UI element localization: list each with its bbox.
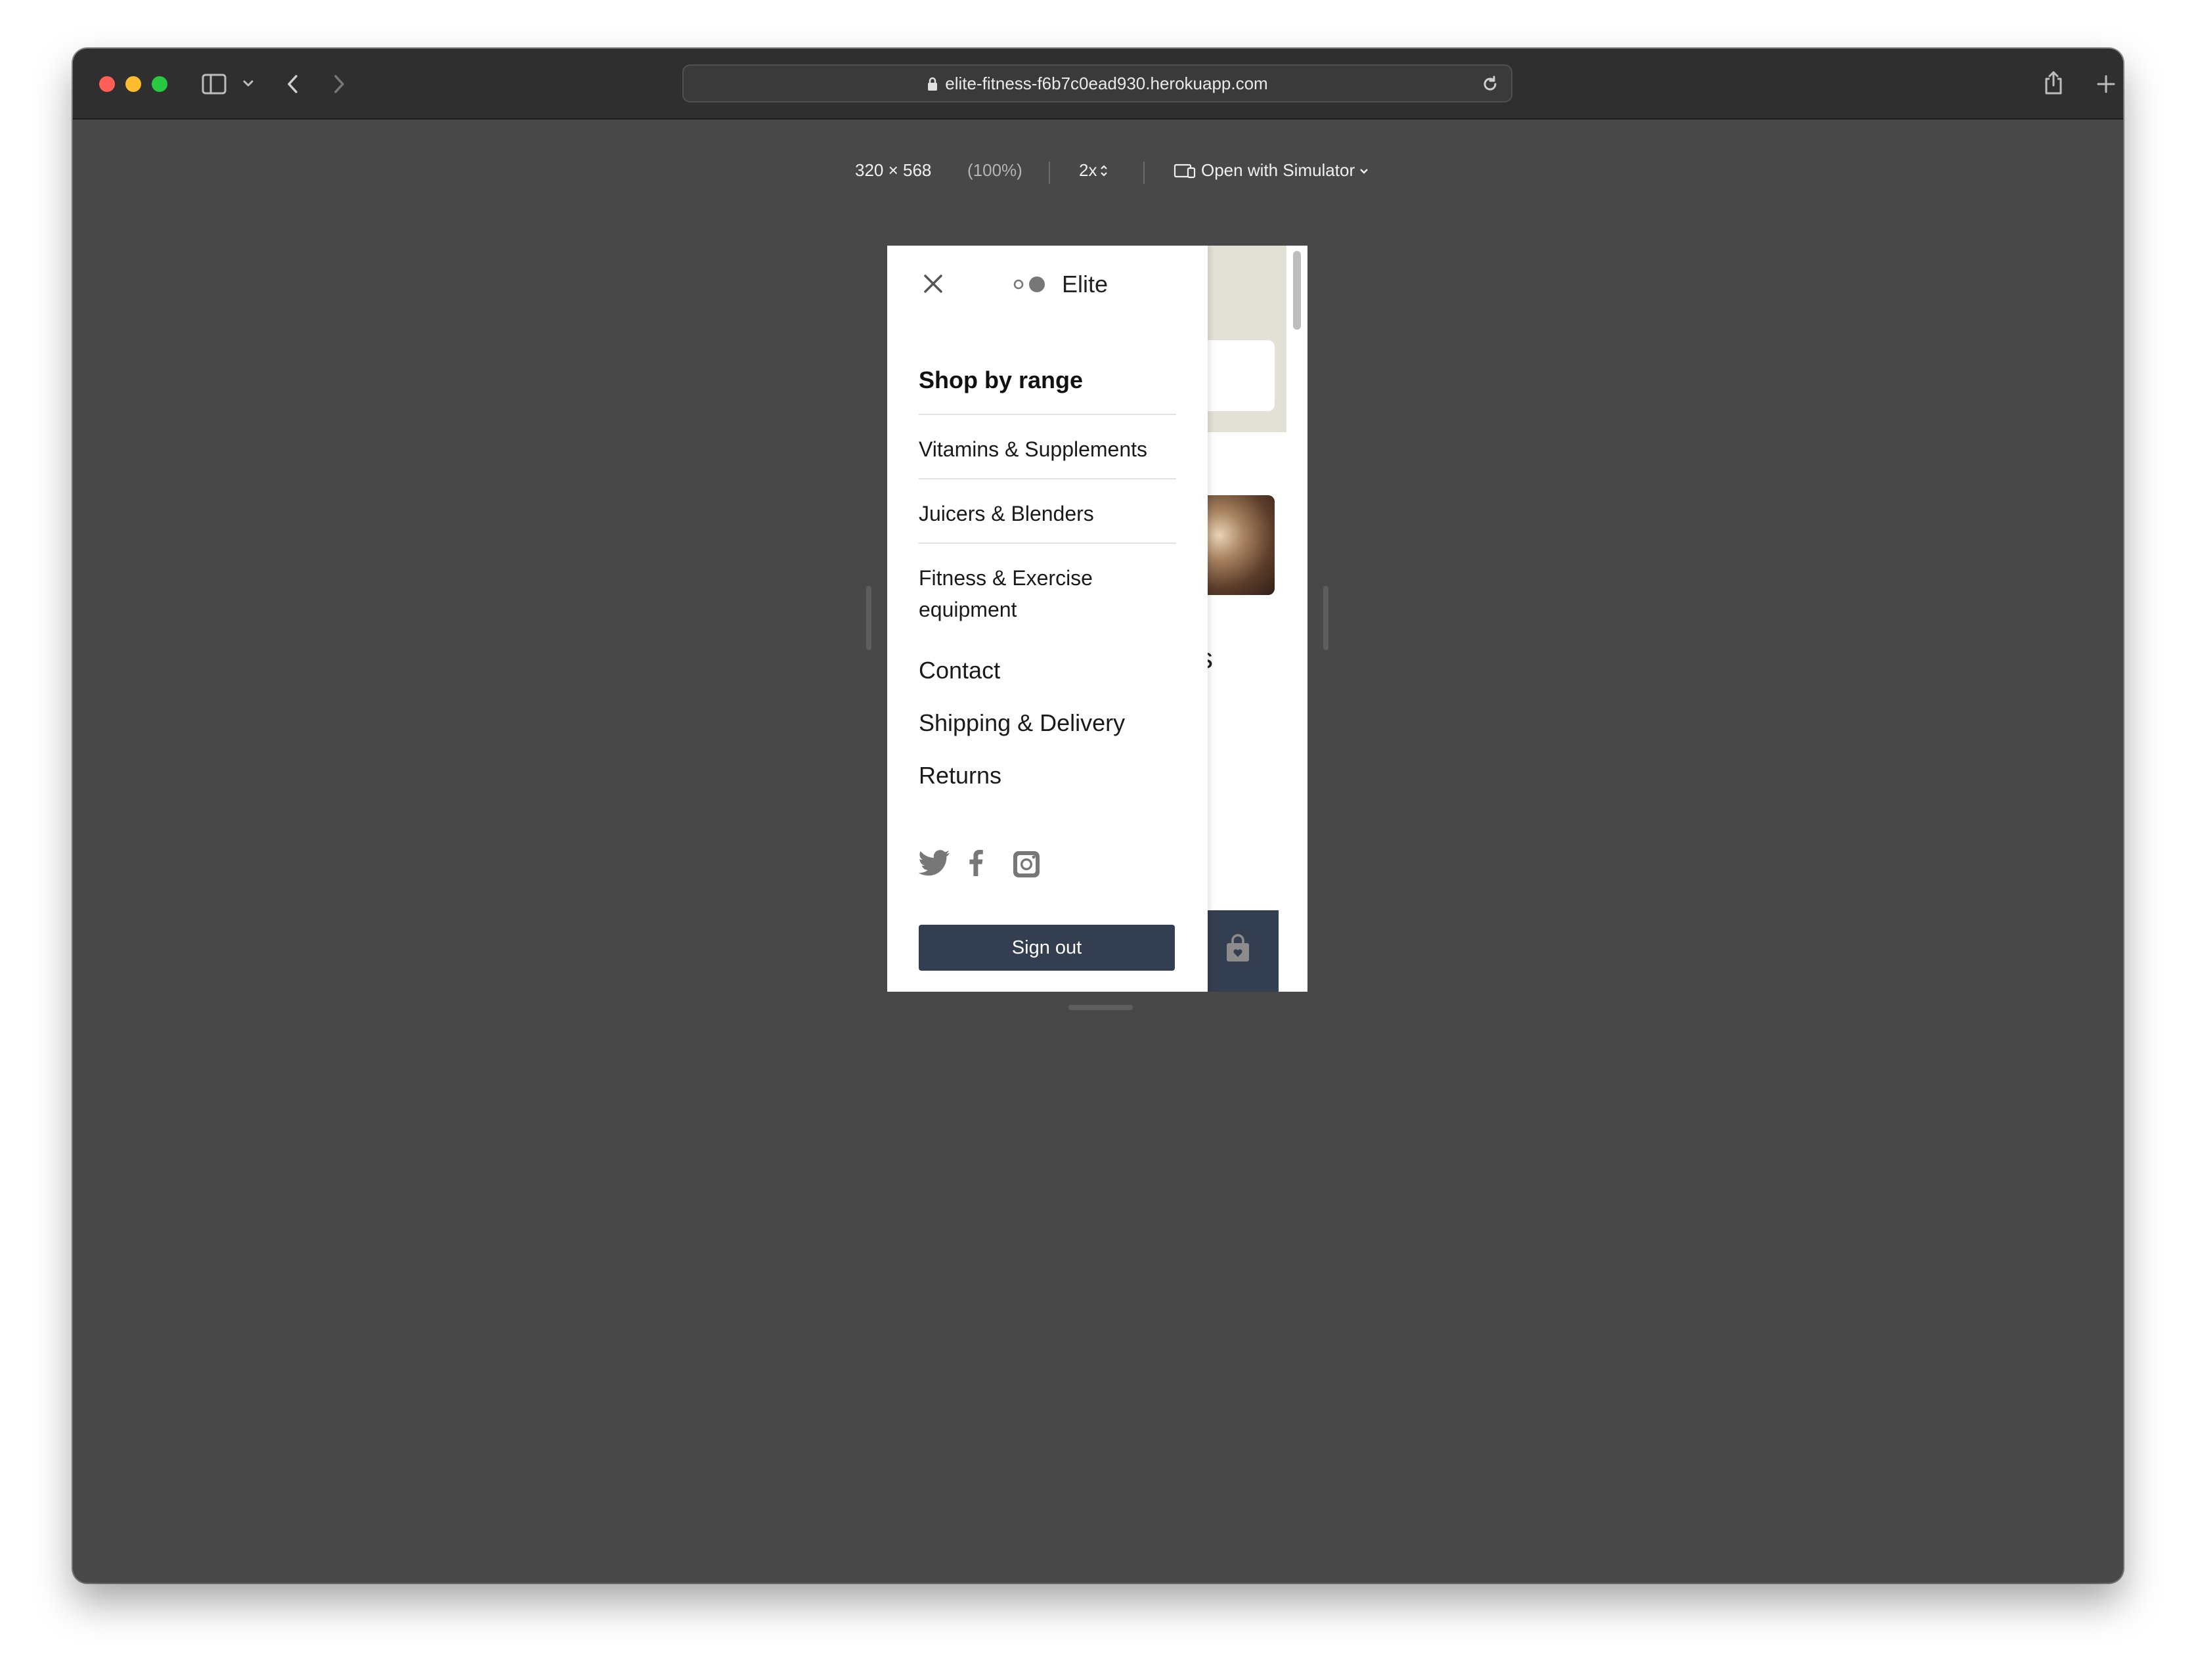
- hero-card: [1196, 340, 1275, 411]
- returns-link[interactable]: Returns: [919, 762, 1001, 789]
- lock-icon: [928, 77, 938, 91]
- address-bar[interactable]: elite-fitness-f6b7c0ead930.herokuapp.com: [682, 64, 1512, 102]
- separator: [1049, 162, 1050, 184]
- share-icon[interactable]: [2043, 70, 2064, 96]
- responsive-design-toolbar: 320 × 568 (100%) 2x Open with Simulator: [73, 160, 2123, 187]
- plus-icon[interactable]: [2096, 74, 2117, 95]
- resize-handle-left[interactable]: [866, 586, 871, 650]
- sign-out-button[interactable]: Sign out: [919, 925, 1175, 971]
- elite-logo-icon: [1013, 276, 1045, 292]
- divider: [919, 542, 1176, 544]
- device-viewport: ss Elite Shop by range Vitamins & Supple…: [887, 246, 1307, 992]
- resize-handle-right[interactable]: [1323, 586, 1329, 650]
- nav-item-fitness-exercise-equipment[interactable]: Fitness & Exercise equipment: [919, 562, 1176, 625]
- open-with-label: Open with Simulator: [1201, 160, 1355, 180]
- instagram-icon[interactable]: [1012, 850, 1041, 879]
- shopping-bag-icon[interactable]: [1225, 934, 1251, 963]
- scrollbar-thumb[interactable]: [1293, 251, 1301, 330]
- resize-handle-bottom[interactable]: [1068, 1005, 1133, 1010]
- back-icon[interactable]: [286, 74, 300, 95]
- navigation-drawer: Elite Shop by range Vitamins & Supplemen…: [887, 246, 1208, 992]
- updown-chevron-icon: [1101, 165, 1108, 177]
- product-image: [1196, 495, 1275, 595]
- scrollbar-track[interactable]: [1286, 246, 1307, 992]
- chevron-down-icon[interactable]: [242, 79, 254, 88]
- close-icon[interactable]: [921, 272, 945, 296]
- contact-link[interactable]: Contact: [919, 657, 1000, 684]
- minimize-window-button[interactable]: [125, 76, 141, 92]
- nav-item-juicers-blenders[interactable]: Juicers & Blenders: [919, 498, 1176, 529]
- shop-by-range-heading: Shop by range: [919, 366, 1084, 393]
- scale-selector[interactable]: 2x: [1079, 160, 1109, 181]
- close-window-button[interactable]: [99, 76, 115, 92]
- forward-icon[interactable]: [332, 74, 346, 95]
- separator: [1143, 162, 1145, 184]
- simulator-device-icon: [1174, 164, 1196, 179]
- shipping-delivery-link[interactable]: Shipping & Delivery: [919, 709, 1125, 737]
- divider: [919, 478, 1176, 479]
- facebook-icon[interactable]: [969, 850, 983, 876]
- sidebar-icon[interactable]: [202, 74, 227, 95]
- reload-icon[interactable]: [1481, 75, 1499, 93]
- chevron-down-icon: [1360, 169, 1368, 174]
- divider: [919, 414, 1176, 415]
- nav-item-vitamins-supplements[interactable]: Vitamins & Supplements: [919, 433, 1176, 465]
- viewport-dimensions[interactable]: 320 × 568: [855, 160, 931, 181]
- brand-name[interactable]: Elite: [1062, 271, 1108, 298]
- title-bar: elite-fitness-f6b7c0ead930.herokuapp.com: [73, 49, 2123, 120]
- zoom-window-button[interactable]: [152, 76, 167, 92]
- twitter-icon[interactable]: [919, 850, 950, 876]
- open-with-simulator-button[interactable]: Open with Simulator: [1174, 160, 1369, 181]
- viewport-zoom: (100%): [967, 160, 1022, 180]
- scale-value: 2x: [1079, 160, 1097, 180]
- browser-window: elite-fitness-f6b7c0ead930.herokuapp.com…: [73, 49, 2123, 1583]
- url-text: elite-fitness-f6b7c0ead930.herokuapp.com: [945, 74, 1268, 93]
- url-display: elite-fitness-f6b7c0ead930.herokuapp.com: [684, 74, 1511, 94]
